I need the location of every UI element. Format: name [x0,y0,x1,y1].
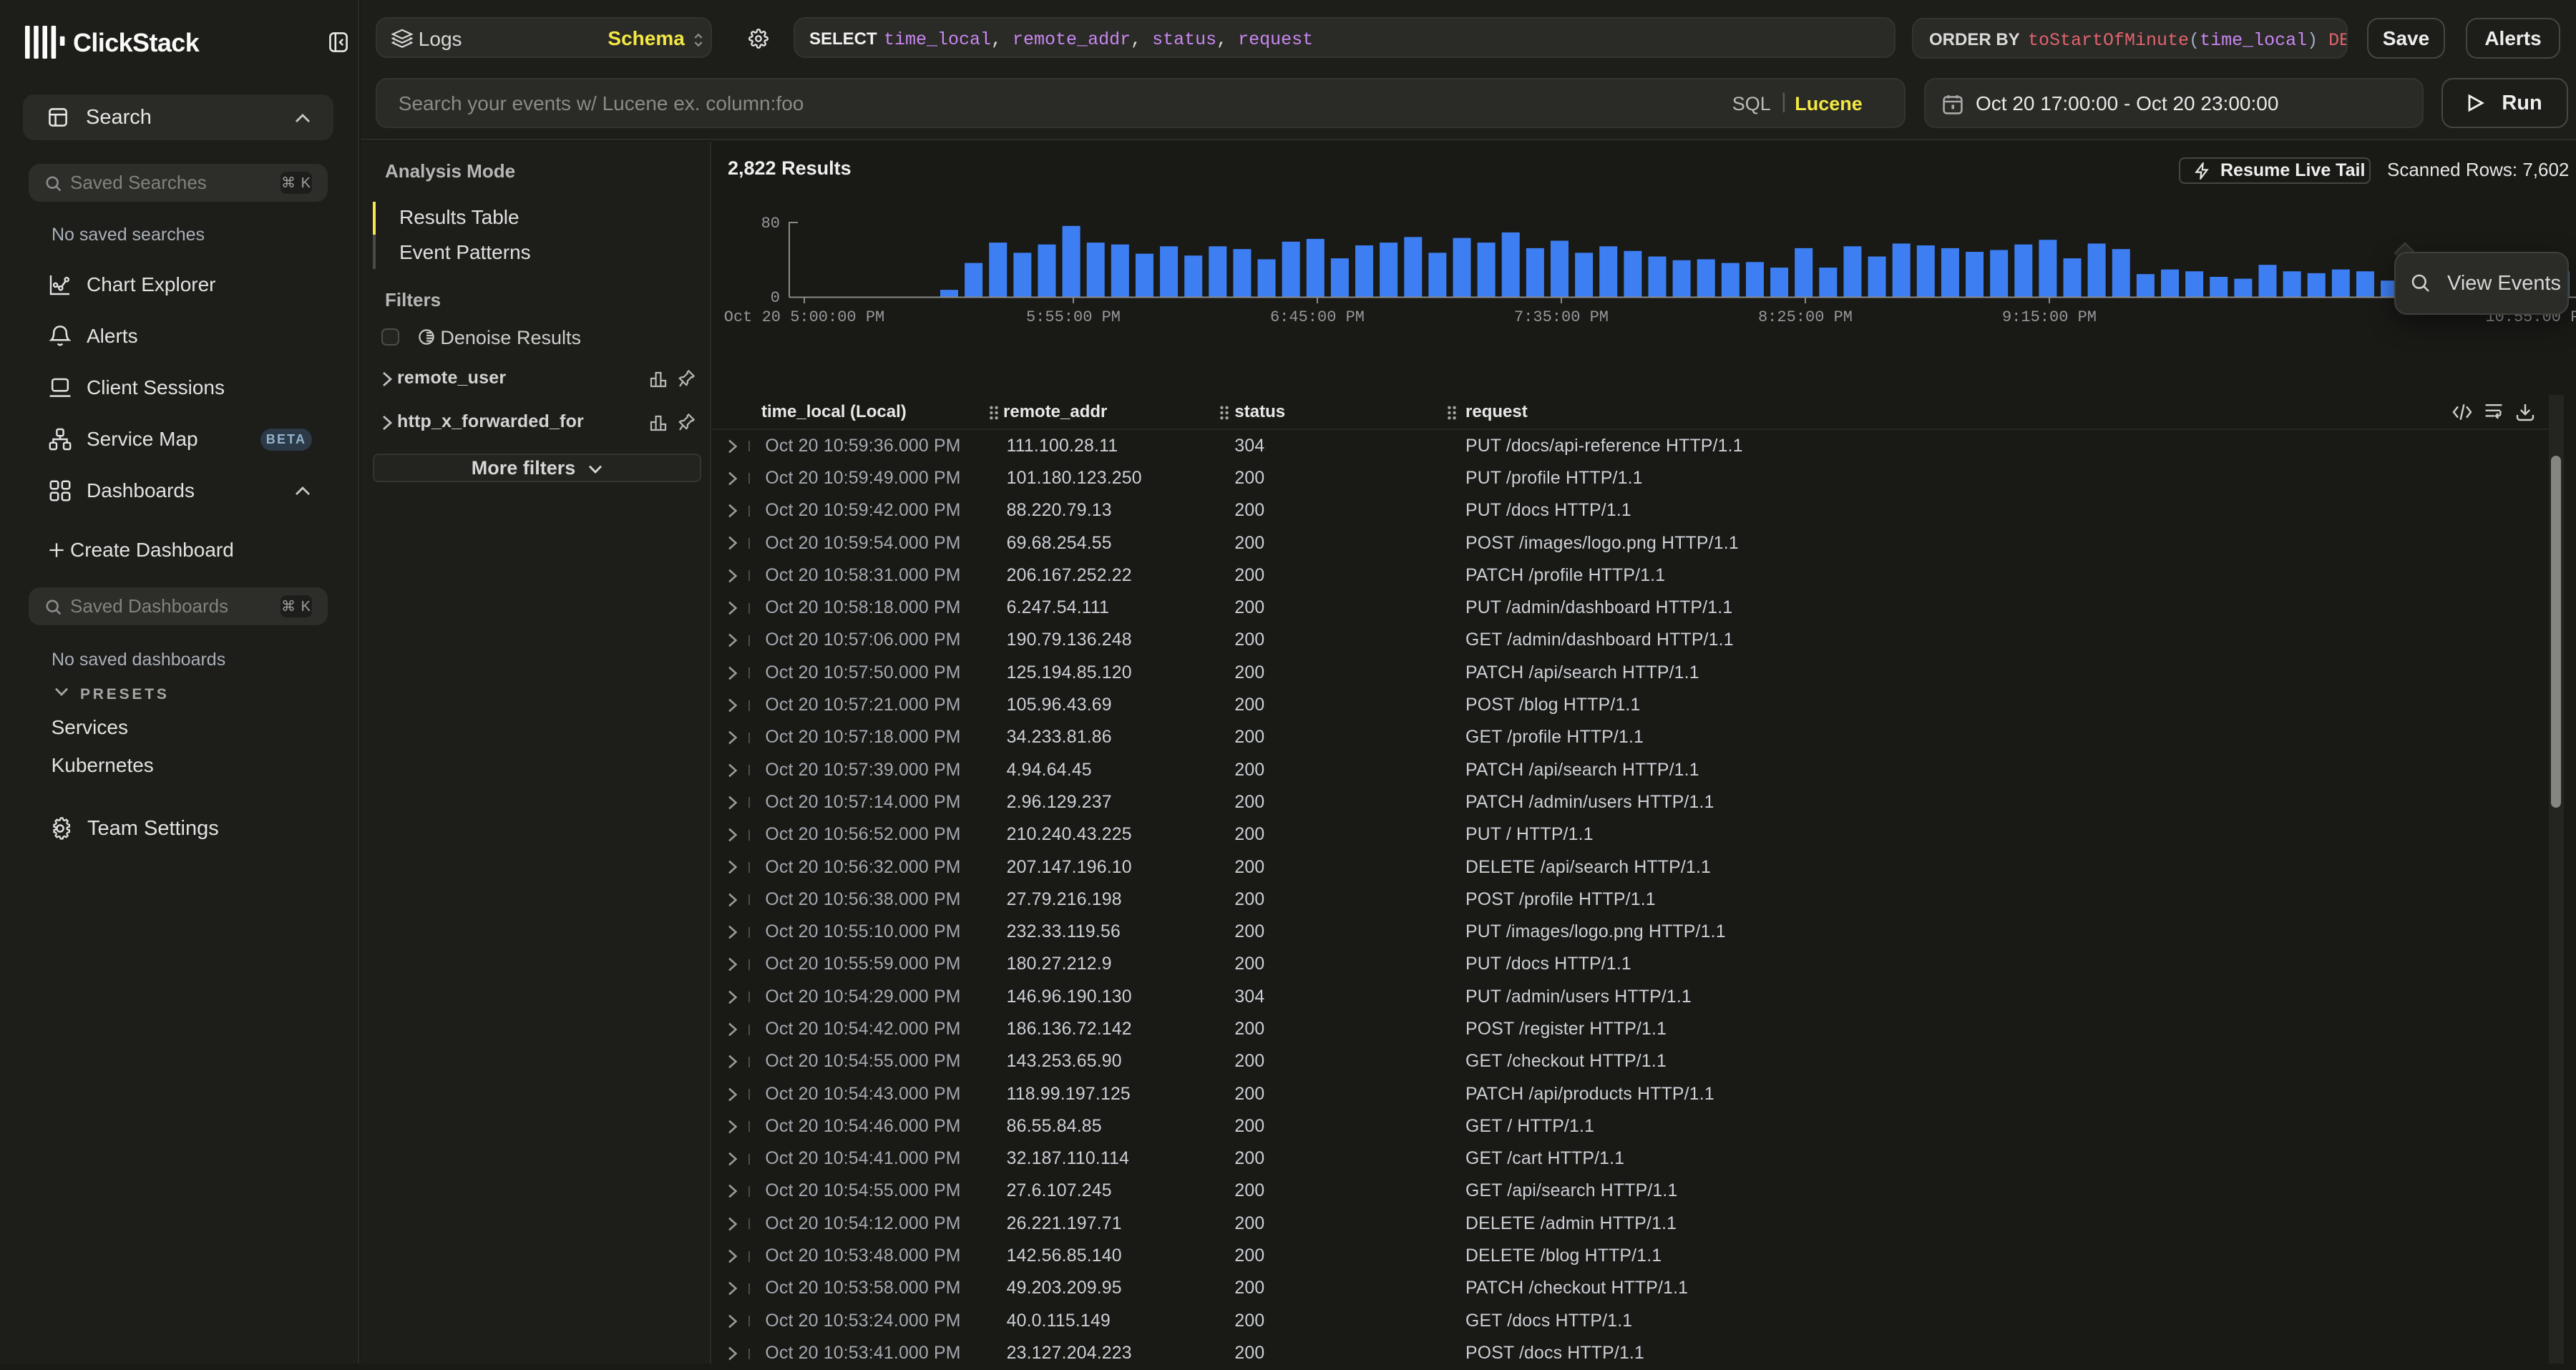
svg-text:80: 80 [761,215,780,233]
svg-text:9:15:00 PM: 9:15:00 PM [2002,308,2097,326]
svg-text:7:35:00 PM: 7:35:00 PM [1514,308,1609,326]
svg-text:Oct 20 5:00:00 PM: Oct 20 5:00:00 PM [724,308,884,326]
svg-text:0: 0 [771,289,780,307]
svg-text:8:25:00 PM: 8:25:00 PM [1758,308,1853,326]
svg-text:6:45:00 PM: 6:45:00 PM [1270,308,1365,326]
svg-text:5:55:00 PM: 5:55:00 PM [1026,308,1121,326]
